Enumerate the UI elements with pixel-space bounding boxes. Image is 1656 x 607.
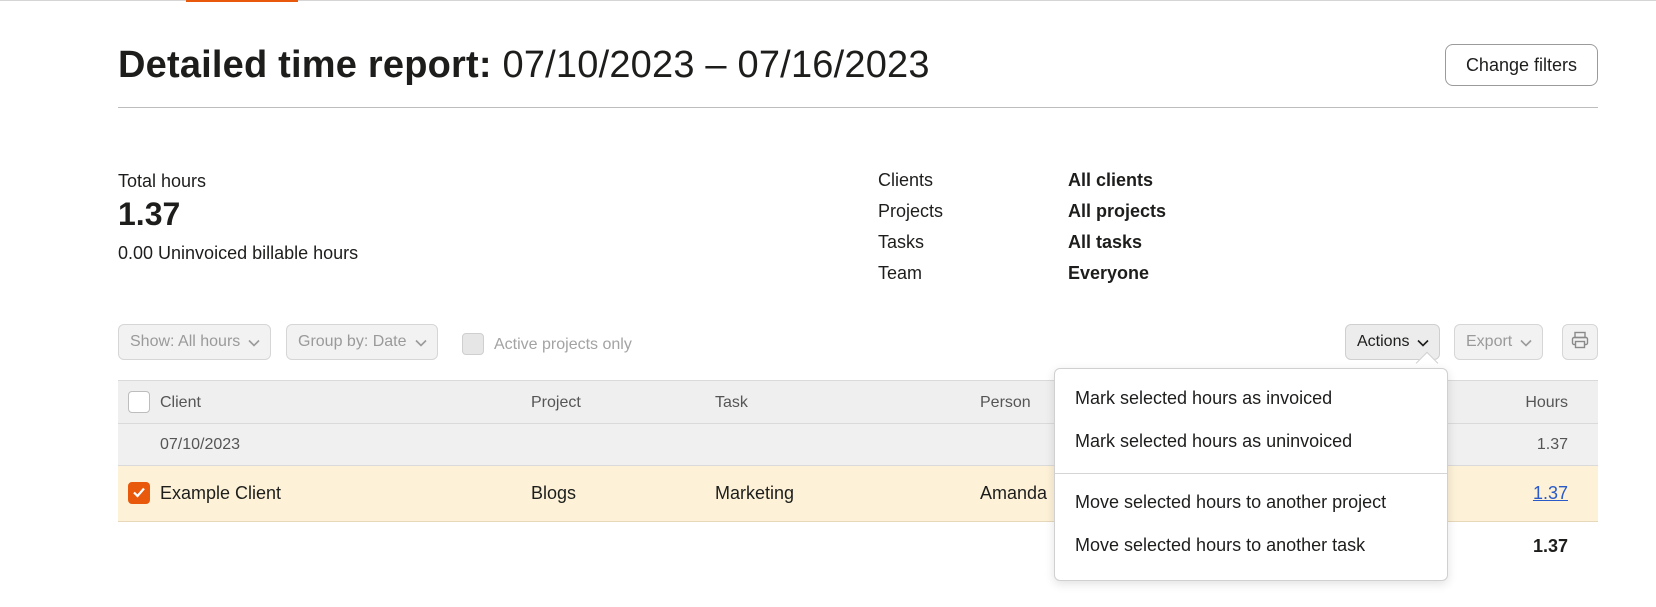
page-title-range: 07/10/2023 – 07/16/2023: [502, 44, 930, 86]
group-hours: 1.37: [1536, 436, 1568, 453]
row-client: Example Client: [160, 483, 282, 503]
active-projects-label: Active projects only: [494, 336, 632, 353]
menu-item-mark-invoiced[interactable]: Mark selected hours as invoiced: [1075, 388, 1332, 409]
actions-label: Actions: [1357, 333, 1410, 350]
printer-icon: [1570, 330, 1590, 355]
report-header: Detailed time report: 07/10/2023 – 07/16…: [118, 40, 1598, 108]
menu-item-move-to-task[interactable]: Move selected hours to another task: [1075, 535, 1365, 556]
total-hours-value: 1.37: [118, 196, 181, 232]
row-checkbox[interactable]: [128, 482, 150, 504]
column-header-hours[interactable]: Hours: [1525, 394, 1568, 412]
filter-value: All tasks: [1068, 232, 1143, 252]
menu-divider: [1055, 473, 1447, 474]
uninvoiced-hours: 0.00 Uninvoiced billable hours: [118, 243, 359, 263]
column-header-person[interactable]: Person: [980, 394, 1031, 412]
chevron-down-icon: [414, 337, 427, 348]
page-title: Detailed time report: 07/10/2023 – 07/16…: [118, 42, 930, 88]
row-task: Marketing: [715, 483, 795, 503]
filter-value: All projects: [1068, 201, 1167, 221]
total-hours-label: Total hours: [118, 171, 207, 191]
chevron-down-icon: [1520, 337, 1532, 348]
actions-menu: Mark selected hours as invoiced Mark sel…: [1054, 368, 1448, 581]
filter-value: All clients: [1068, 170, 1154, 190]
select-all-checkbox[interactable]: [128, 391, 150, 413]
group-by-label: Group by: Date: [298, 333, 407, 350]
export-label: Export: [1466, 333, 1513, 350]
group-date: 07/10/2023: [160, 436, 241, 453]
column-header-project[interactable]: Project: [531, 394, 581, 412]
table-total-hours: 1.37: [1532, 536, 1568, 556]
chevron-down-icon: [1417, 337, 1430, 348]
print-button[interactable]: [1562, 324, 1598, 360]
filter-key: Projects: [878, 201, 944, 221]
column-header-client[interactable]: Client: [160, 394, 201, 412]
filter-key: Team: [878, 263, 923, 283]
row-hours-link[interactable]: 1.37: [1533, 483, 1568, 504]
filter-value: Everyone: [1068, 263, 1150, 283]
export-dropdown[interactable]: Export: [1454, 324, 1544, 360]
show-hours-dropdown[interactable]: Show: All hours: [118, 324, 272, 360]
menu-item-move-to-project[interactable]: Move selected hours to another project: [1075, 492, 1386, 513]
chevron-down-icon: [248, 337, 260, 348]
page-title-prefix: Detailed time report:: [118, 44, 492, 86]
active-projects-checkbox[interactable]: [462, 333, 484, 355]
row-project: Blogs: [531, 483, 577, 503]
group-by-dropdown[interactable]: Group by: Date: [286, 324, 438, 360]
checkmark-icon: [132, 483, 146, 504]
column-header-task[interactable]: Task: [715, 394, 748, 412]
row-person: Amanda: [980, 483, 1048, 503]
filter-key: Tasks: [878, 232, 925, 252]
menu-item-mark-uninvoiced[interactable]: Mark selected hours as uninvoiced: [1075, 431, 1352, 452]
change-filters-button[interactable]: Change filters: [1444, 44, 1598, 86]
filter-key: Clients: [878, 170, 934, 190]
show-hours-label: Show: All hours: [130, 333, 241, 350]
active-nav-indicator: [186, 0, 298, 2]
